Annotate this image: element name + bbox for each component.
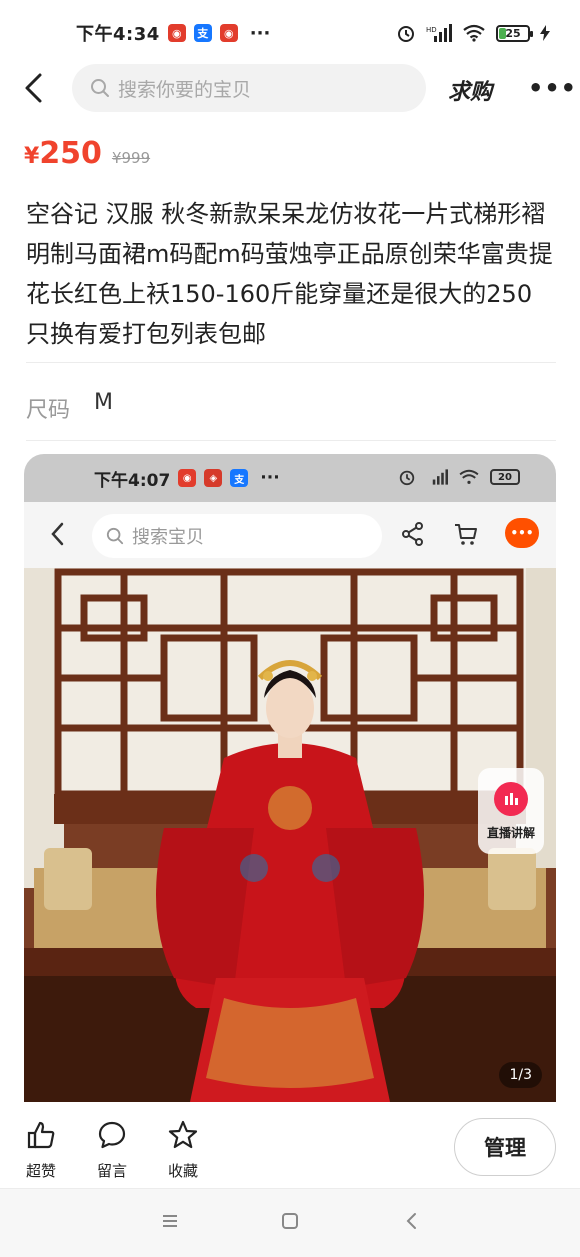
app-notification-icon: ◉ <box>178 469 197 487</box>
comment-label: 留言 <box>96 1162 127 1180</box>
charging-icon <box>540 25 550 41</box>
star-icon <box>168 1120 198 1149</box>
live-explain-badge: 直播讲解 <box>478 768 544 854</box>
divider <box>26 362 556 363</box>
embedded-status-time: 下午4:07 <box>94 470 171 491</box>
product-title: 空谷记 汉服 秋冬新款呆呆龙仿妆花一片式梯形褶明制马面裙m码配m码萤烛亭正品原创… <box>26 200 553 348</box>
share-icon <box>402 522 423 546</box>
battery-icon: 25 <box>496 24 533 42</box>
alipay-icon: 支 <box>193 24 212 42</box>
price-value: 250 <box>39 136 102 171</box>
app-notification-icon: ◉ <box>167 24 186 42</box>
comment-button[interactable]: 留言 <box>87 1120 137 1181</box>
status-time: 下午4:34 <box>76 24 160 45</box>
comment-icon <box>98 1121 126 1149</box>
more-notifications-icon: ··· <box>249 22 271 44</box>
search-input[interactable]: 搜索你要的宝贝 <box>72 64 426 112</box>
alipay-icon: 支 <box>230 469 249 487</box>
like-label: 超赞 <box>25 1162 56 1180</box>
app-notification-icon-2: ◉ <box>219 24 238 42</box>
cart-icon <box>455 524 477 545</box>
image-pager: 1/3 <box>499 1062 542 1088</box>
system-back-icon[interactable] <box>402 1211 422 1231</box>
embedded-search-placeholder: 搜索宝贝 <box>132 527 204 548</box>
price-currency: ¥ <box>24 144 40 169</box>
svg-text:HD: HD <box>426 26 437 34</box>
divider <box>26 440 556 441</box>
price-row: ¥ 250 ¥999 <box>24 136 150 171</box>
live-explain-label: 直播讲解 <box>486 825 535 840</box>
live-icon <box>494 781 528 816</box>
message-icon: ••• <box>505 518 539 548</box>
favorite-label: 收藏 <box>167 1162 198 1180</box>
menu-icon[interactable] <box>160 1211 180 1231</box>
back-icon[interactable] <box>22 72 46 104</box>
embedded-search: 搜索宝贝 <box>92 514 382 558</box>
favorite-button[interactable]: 收藏 <box>158 1120 208 1181</box>
more-notifications-icon: ··· <box>260 468 280 488</box>
product-image[interactable]: 下午4:07 ◉ ◈ 支 ··· 20 搜索宝贝 ••• 直播讲解 1/3 <box>24 454 556 1102</box>
search-icon <box>106 527 124 545</box>
system-nav-bar <box>0 1188 580 1257</box>
hanfu-photo: 直播讲解 1/3 <box>24 568 556 1102</box>
battery-icon: 20 <box>490 469 520 485</box>
signal-icon <box>432 469 448 485</box>
alarm-icon <box>398 26 414 42</box>
top-nav: 搜索你要的宝贝 求购 ••• <box>0 62 580 114</box>
thumbs-up-icon <box>27 1121 55 1149</box>
bottom-action-bar: 超赞 留言 收藏 管理 <box>0 1112 580 1188</box>
size-value: M <box>94 390 113 415</box>
signal-icon: HD <box>426 24 452 42</box>
manage-button[interactable]: 管理 <box>454 1118 556 1176</box>
search-icon <box>91 79 109 97</box>
wifi-icon <box>463 24 485 42</box>
alarm-icon <box>399 470 415 486</box>
status-bar: 下午4:34 ◉ 支 ◉ ··· HD 25 <box>0 0 580 66</box>
embedded-status-bar: 下午4:07 ◉ ◈ 支 ··· 20 <box>24 454 556 502</box>
like-button[interactable]: 超赞 <box>16 1120 66 1181</box>
embedded-nav: 搜索宝贝 ••• <box>24 502 556 568</box>
more-menu-button[interactable]: ••• <box>528 74 577 102</box>
app-notification-icon-2: ◈ <box>204 469 223 487</box>
hanfu-photo-illustration <box>24 568 556 1102</box>
original-price: ¥999 <box>111 149 151 167</box>
wifi-icon <box>459 469 479 484</box>
home-icon[interactable] <box>280 1211 300 1231</box>
size-label: 尺码 <box>26 398 71 423</box>
back-icon <box>51 522 64 546</box>
qiugou-button[interactable]: 求购 <box>448 74 492 106</box>
search-placeholder: 搜索你要的宝贝 <box>118 78 252 101</box>
